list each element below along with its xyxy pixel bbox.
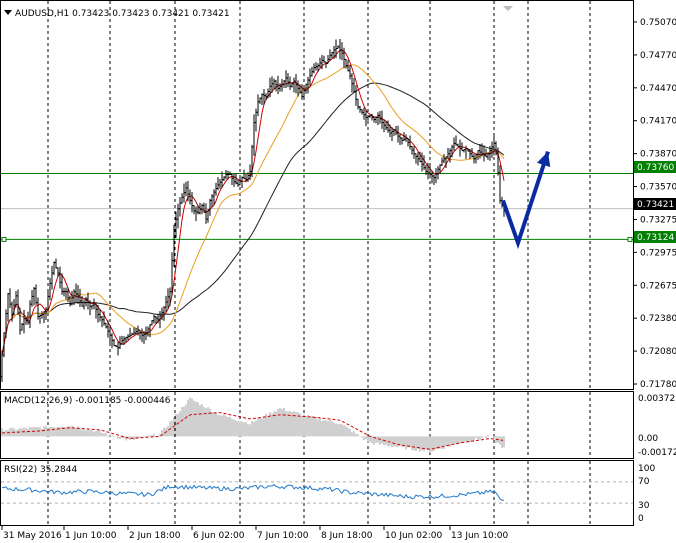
macd-level-top: 0.003727 bbox=[638, 394, 676, 404]
svg-text:0.73124: 0.73124 bbox=[637, 233, 674, 243]
macd-level-zero: 0.00 bbox=[638, 434, 658, 444]
support-price-label: 0.73124 bbox=[634, 231, 676, 243]
time-tick-label: 7 Jun 10:00 bbox=[257, 531, 309, 541]
price-tick-label: 0.72975 bbox=[640, 248, 676, 258]
price-tick-label: 0.74170 bbox=[640, 117, 676, 127]
time-tick-label: 8 Jun 18:00 bbox=[321, 531, 373, 541]
support-anchor[interactable] bbox=[1, 236, 7, 242]
time-tick-label: 2 Jun 18:00 bbox=[129, 531, 181, 541]
price-tick-label: 0.73870 bbox=[640, 150, 676, 160]
price-tick-label: 0.74770 bbox=[640, 51, 676, 61]
time-axis: 31 May 2016 1 Jun 10:00 2 Jun 18:00 6 Jun 0… bbox=[1, 526, 508, 541]
price-tick-label: 0.73275 bbox=[640, 215, 676, 225]
resistance-price-label: 0.73760 bbox=[634, 161, 676, 173]
chart-header: AUDUSD,H1 0.73423 0.73423 0.73421 0.7342… bbox=[15, 9, 230, 19]
rsi-level-100: 100 bbox=[638, 464, 655, 474]
rsi-level-30: 30 bbox=[638, 501, 650, 511]
time-tick-label: 10 Jun 02:00 bbox=[385, 531, 442, 541]
price-tick-label: 0.75070 bbox=[640, 18, 676, 28]
price-tick-label: 0.72675 bbox=[640, 281, 676, 291]
support-anchor[interactable] bbox=[627, 236, 633, 242]
macd-header: MACD(12,26,9) -0.001185 -0.000446 bbox=[4, 396, 171, 406]
chart-window[interactable]: 0.75070 0.74770 0.74470 0.74170 0.73870 0.735… bbox=[0, 0, 676, 543]
time-tick-label: 1 Jun 10:00 bbox=[65, 531, 117, 541]
svg-text:0.73760: 0.73760 bbox=[637, 163, 674, 173]
svg-text:0.73421: 0.73421 bbox=[637, 200, 674, 210]
price-tick-label: 0.72080 bbox=[640, 347, 676, 357]
time-tick-label: 13 Jun 10:00 bbox=[451, 531, 508, 541]
time-tick-label: 31 May 2016 bbox=[3, 531, 62, 541]
main-pane-frame bbox=[0, 0, 634, 390]
chart-canvas[interactable]: 0.75070 0.74770 0.74470 0.74170 0.73870 0.735… bbox=[0, 0, 676, 543]
rsi-pane-frame bbox=[0, 460, 634, 526]
current-price-label: 0.73421 bbox=[634, 198, 676, 210]
price-tick-label: 0.73570 bbox=[640, 183, 676, 193]
macd-level-bottom: -0.001724 bbox=[638, 448, 676, 458]
price-tick-label: 0.71780 bbox=[640, 380, 676, 390]
rsi-level-70: 70 bbox=[638, 477, 650, 487]
time-tick-label: 6 Jun 02:00 bbox=[193, 531, 245, 541]
rsi-level-0: 0 bbox=[638, 514, 644, 524]
price-tick-label: 0.74470 bbox=[640, 84, 676, 94]
rsi-header: RSI(22) 35.2844 bbox=[4, 465, 77, 475]
price-tick-label: 0.72380 bbox=[640, 314, 676, 324]
